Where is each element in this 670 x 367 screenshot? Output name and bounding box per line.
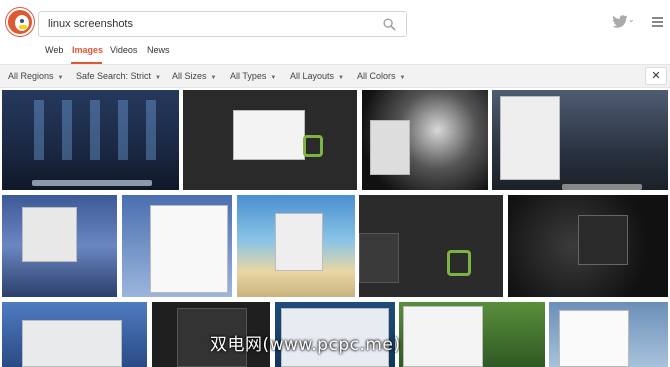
watermark-text: 双电网(www.pcpc.me) bbox=[210, 335, 401, 355]
hamburger-icon[interactable] bbox=[652, 17, 663, 27]
header: linux screenshots ⌄ Web Images Videos Ne… bbox=[0, 0, 670, 64]
image-result-6[interactable] bbox=[122, 195, 232, 297]
filter-bar: All Regions ▼ Safe Search: Strict ▼ All Si… bbox=[0, 64, 670, 88]
filter-layouts-label: All Layouts bbox=[290, 71, 335, 81]
image-result-2[interactable] bbox=[183, 90, 357, 190]
close-filters-button[interactable]: ✕ bbox=[645, 67, 667, 85]
tab-videos[interactable]: Videos bbox=[110, 45, 137, 55]
twitter-chevron-down-icon[interactable]: ⌄ bbox=[628, 15, 635, 24]
tab-news[interactable]: News bbox=[147, 45, 170, 55]
filter-regions[interactable]: All Regions ▼ bbox=[8, 71, 63, 81]
image-result-8[interactable] bbox=[359, 195, 503, 297]
duck-logo-icon[interactable] bbox=[6, 8, 34, 36]
tab-images[interactable]: Images bbox=[72, 45, 103, 55]
filter-safe-search[interactable]: Safe Search: Strict ▼ bbox=[76, 71, 161, 81]
filter-types[interactable]: All Types ▼ bbox=[230, 71, 276, 81]
tab-web[interactable]: Web bbox=[45, 45, 63, 55]
image-result-3[interactable] bbox=[362, 90, 488, 190]
chevron-down-icon: ▼ bbox=[270, 75, 277, 81]
filter-types-label: All Types bbox=[230, 71, 267, 81]
filter-sizes-label: All Sizes bbox=[172, 71, 207, 81]
image-result-7[interactable] bbox=[237, 195, 355, 297]
search-input-value[interactable]: linux screenshots bbox=[48, 18, 133, 30]
image-result-4[interactable] bbox=[492, 90, 668, 190]
image-result-1[interactable] bbox=[2, 90, 179, 190]
chevron-down-icon: ▼ bbox=[399, 75, 406, 81]
image-result-5[interactable] bbox=[2, 195, 117, 297]
chevron-down-icon: ▼ bbox=[338, 75, 344, 81]
image-result-14[interactable] bbox=[549, 302, 668, 367]
filter-layouts[interactable]: All Layouts ▼ bbox=[290, 71, 344, 81]
image-result-10[interactable] bbox=[2, 302, 147, 367]
filter-colors[interactable]: All Colors ▼ bbox=[357, 71, 405, 81]
magnifier-icon[interactable] bbox=[383, 18, 396, 31]
filter-sizes[interactable]: All Sizes ▼ bbox=[172, 71, 216, 81]
search-input[interactable]: linux screenshots bbox=[38, 11, 407, 37]
filter-regions-label: All Regions bbox=[8, 71, 54, 81]
filter-colors-label: All Colors bbox=[357, 71, 396, 81]
chevron-down-icon: ▼ bbox=[57, 75, 64, 81]
chevron-down-icon: ▼ bbox=[210, 75, 217, 81]
filter-safe-search-label: Safe Search: Strict bbox=[76, 71, 152, 81]
twitter-bird-icon[interactable] bbox=[611, 15, 629, 29]
chevron-down-icon: ▼ bbox=[155, 75, 161, 81]
image-result-13[interactable] bbox=[399, 302, 545, 367]
image-result-9[interactable] bbox=[508, 195, 668, 297]
